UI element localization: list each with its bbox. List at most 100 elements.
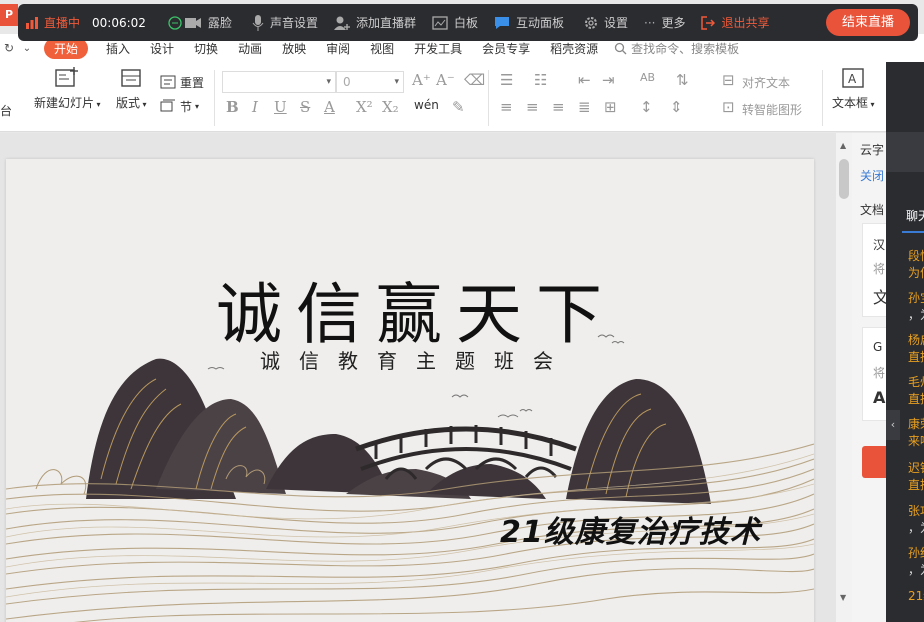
interaction-panel-button[interactable]: 互动面板 bbox=[494, 14, 564, 31]
highlight-icon[interactable]: ✎ bbox=[452, 98, 465, 116]
font-name-combo[interactable]: ▾ bbox=[222, 71, 336, 93]
settings-button[interactable]: 设置 bbox=[584, 14, 628, 31]
align-left-icon[interactable]: ≡ bbox=[500, 98, 513, 116]
whiteboard-button[interactable]: 白板 bbox=[432, 14, 478, 31]
italic-icon[interactable]: I bbox=[252, 98, 258, 116]
align-text-icon[interactable]: ⊟ bbox=[722, 71, 735, 89]
slide-class-name[interactable]: 21级康复治疗技术 bbox=[500, 507, 761, 551]
dropdown-chevron-icon[interactable]: ⌄ bbox=[18, 43, 36, 54]
font-card-sample: A bbox=[873, 388, 886, 407]
end-live-button[interactable]: 结束直播 bbox=[826, 9, 910, 36]
chat-header bbox=[886, 132, 924, 172]
exit-share-button[interactable]: 退出共享 bbox=[701, 14, 770, 31]
slide-canvas[interactable]: 诚信赢天下 诚信教育主题班会 21级康复治疗技术 bbox=[6, 159, 814, 622]
font-color-icon[interactable]: A bbox=[324, 98, 335, 116]
workspace-scrollbar[interactable]: ▲ ▼ bbox=[836, 133, 852, 622]
live-timer: 00:06:02 bbox=[92, 15, 146, 30]
whiteboard-icon bbox=[432, 15, 448, 30]
font-card[interactable]: 汉 将 文 bbox=[862, 223, 886, 317]
scroll-down-icon[interactable]: ▼ bbox=[840, 593, 846, 602]
decrease-indent-icon[interactable]: ⇤ bbox=[578, 71, 591, 89]
font-size-combo[interactable]: 0 ▾ bbox=[336, 71, 404, 93]
more-button[interactable]: ··· 更多 bbox=[644, 14, 685, 31]
app-logo: P bbox=[0, 4, 18, 26]
chat-message: 直播 bbox=[908, 392, 924, 406]
section-button[interactable]: 节 ▾ bbox=[160, 94, 204, 118]
sort-icon[interactable]: ⇅ bbox=[676, 71, 689, 89]
ribbon-partial-label: 台 bbox=[0, 104, 13, 118]
textbox-button[interactable]: A 文本框 ▾ bbox=[832, 66, 875, 111]
reset-button[interactable]: 重置 bbox=[160, 70, 204, 94]
decrease-font-icon[interactable]: A⁻ bbox=[436, 71, 455, 89]
font-card-title: G bbox=[873, 340, 883, 354]
slide-subtitle[interactable]: 诚信教育主题班会 bbox=[6, 345, 814, 374]
font-card[interactable]: G 将 A bbox=[862, 327, 886, 421]
bullet-list-icon[interactable]: ☰ bbox=[500, 71, 513, 89]
phonetic-guide-icon[interactable]: wén bbox=[414, 98, 439, 112]
redo-icon[interactable]: ↻ bbox=[0, 41, 18, 55]
live-status: 直播中 bbox=[26, 14, 80, 31]
tab-docer[interactable]: 稻壳资源 bbox=[550, 40, 598, 57]
apply-button[interactable] bbox=[862, 446, 886, 478]
camera-icon bbox=[168, 15, 201, 30]
layout-button[interactable]: 版式 ▾ bbox=[116, 66, 147, 111]
tab-transition[interactable]: 切换 bbox=[194, 40, 218, 57]
justify-icon[interactable]: ≣ bbox=[578, 98, 591, 116]
camera-toggle-button[interactable]: 露脸 bbox=[168, 14, 232, 31]
bold-icon[interactable]: B bbox=[226, 98, 239, 116]
textbox-icon: A bbox=[842, 68, 864, 88]
increase-font-icon[interactable]: A⁺ bbox=[412, 71, 431, 89]
landscape-illustration bbox=[6, 334, 814, 622]
chevron-down-icon: ▾ bbox=[326, 77, 331, 87]
whiteboard-label: 白板 bbox=[453, 16, 478, 30]
right-side-panel: 云字 关闭 文档 汉 将 文 G 将 A bbox=[852, 133, 886, 622]
slide-title[interactable]: 诚信赢天下 bbox=[6, 261, 814, 357]
increase-indent-icon[interactable]: ⇥ bbox=[602, 71, 615, 89]
smartart-label[interactable]: 转智能图形 bbox=[742, 101, 802, 118]
columns-icon[interactable]: ⊞ bbox=[604, 98, 617, 116]
scroll-up-icon[interactable]: ▲ bbox=[840, 141, 846, 150]
chat-message: 孙宝 bbox=[908, 291, 924, 305]
superscript-icon[interactable]: X² bbox=[356, 98, 373, 116]
reset-icon bbox=[160, 75, 176, 89]
font-card-title: 汉 bbox=[873, 238, 886, 252]
tab-slideshow[interactable]: 放映 bbox=[282, 40, 306, 57]
tab-insert[interactable]: 插入 bbox=[106, 40, 130, 57]
tab-review[interactable]: 审阅 bbox=[326, 40, 350, 57]
chat-tab[interactable]: 聊天 bbox=[906, 207, 924, 224]
clear-format-icon[interactable]: ⌫ bbox=[464, 71, 485, 89]
tab-design[interactable]: 设计 bbox=[150, 40, 174, 57]
ribbon-divider bbox=[822, 70, 823, 126]
camera-label: 露脸 bbox=[207, 16, 232, 30]
add-group-button[interactable]: 添加直播群 bbox=[333, 14, 416, 31]
paragraph-spacing-icon[interactable]: ⇕ bbox=[670, 98, 683, 116]
chat-message: 孙红 bbox=[908, 546, 924, 560]
document-label: 文档 bbox=[860, 203, 885, 217]
font-size-value: 0 bbox=[343, 75, 351, 89]
collapse-chat-icon[interactable]: ‹ bbox=[886, 410, 900, 440]
tab-member[interactable]: 会员专享 bbox=[482, 40, 530, 57]
align-text-label[interactable]: 对齐文本 bbox=[742, 74, 790, 91]
line-spacing-icon[interactable]: ↕ bbox=[640, 98, 653, 116]
scrollbar-thumb[interactable] bbox=[839, 159, 849, 199]
text-direction-icon[interactable]: AB bbox=[640, 71, 655, 84]
underline-icon[interactable]: U bbox=[274, 98, 287, 116]
align-center-icon[interactable]: ≡ bbox=[526, 98, 539, 116]
new-slide-button[interactable]: 新建幻灯片 ▾ bbox=[34, 66, 101, 111]
strikethrough-icon[interactable]: S bbox=[300, 98, 310, 116]
tab-animation[interactable]: 动画 bbox=[238, 40, 262, 57]
numbered-list-icon[interactable]: ☷ bbox=[534, 71, 547, 89]
close-link[interactable]: 关闭 bbox=[860, 167, 884, 184]
audio-settings-button[interactable]: 声音设置 bbox=[252, 14, 318, 31]
subscript-icon[interactable]: X₂ bbox=[382, 98, 399, 116]
audio-settings-label: 声音设置 bbox=[269, 16, 318, 30]
tab-developer[interactable]: 开发工具 bbox=[414, 40, 462, 57]
command-search[interactable]: 查找命令、搜索模板 bbox=[614, 40, 739, 57]
interaction-panel-label: 互动面板 bbox=[515, 16, 564, 30]
smartart-icon[interactable]: ⊡ bbox=[722, 98, 735, 116]
ribbon: 台 新建幻灯片 ▾ 版式 ▾ 重置 节 ▾ ▾ 0 ▾ A⁺ A⁻ ⌫ B I … bbox=[0, 62, 924, 132]
align-right-icon[interactable]: ≡ bbox=[552, 98, 565, 116]
chat-message: 21级 bbox=[908, 589, 924, 603]
ribbon-divider bbox=[488, 70, 489, 126]
tab-view[interactable]: 视图 bbox=[370, 40, 394, 57]
